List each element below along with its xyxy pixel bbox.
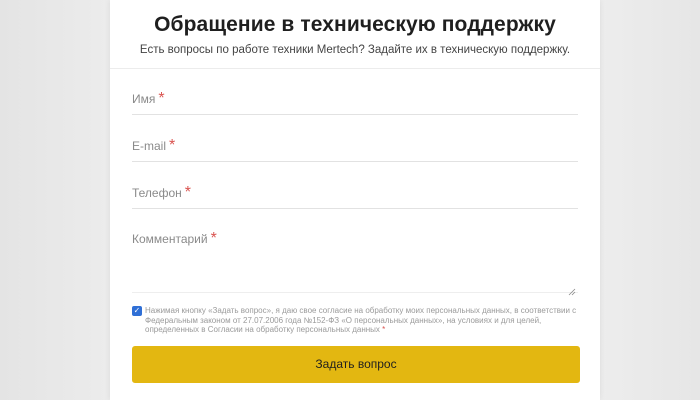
resize-grip-icon[interactable]	[568, 288, 576, 296]
name-field[interactable]: Имя *	[132, 90, 578, 115]
submit-button[interactable]: Задать вопрос	[132, 346, 580, 383]
page-background-right	[600, 0, 700, 400]
consent-text-body: Нажимая кнопку «Задать вопрос», я даю св…	[145, 306, 577, 334]
form-subtitle: Есть вопросы по работе техники Mertech? …	[139, 44, 571, 56]
consent-block: ✓ Нажимая кнопку «Задать вопрос», я даю …	[132, 306, 582, 335]
comment-required-mark: *	[210, 230, 217, 247]
comment-field-label: Комментарий	[132, 232, 208, 246]
form-header: Обращение в техническую поддержку Есть в…	[110, 0, 600, 69]
consent-required-mark: *	[382, 325, 386, 334]
phone-field[interactable]: Телефон *	[132, 184, 578, 209]
consent-text: Нажимая кнопку «Задать вопрос», я даю св…	[132, 306, 582, 335]
form-title: Обращение в техническую поддержку	[154, 13, 556, 36]
email-field[interactable]: E-mail *	[132, 137, 578, 162]
name-field-label: Имя	[132, 92, 156, 106]
phone-required-mark: *	[184, 184, 192, 201]
comment-textarea-bottom	[132, 288, 578, 296]
email-field-label: E-mail	[132, 139, 167, 153]
phone-field-label: Телефон	[132, 186, 182, 200]
consent-checkbox[interactable]: ✓	[132, 306, 142, 316]
page-background-left	[0, 0, 110, 400]
comment-textarea[interactable]: Комментарий *	[132, 230, 578, 262]
support-form-card: Обращение в техническую поддержку Есть в…	[110, 0, 600, 400]
name-required-mark: *	[158, 90, 165, 107]
email-required-mark: *	[169, 137, 176, 154]
